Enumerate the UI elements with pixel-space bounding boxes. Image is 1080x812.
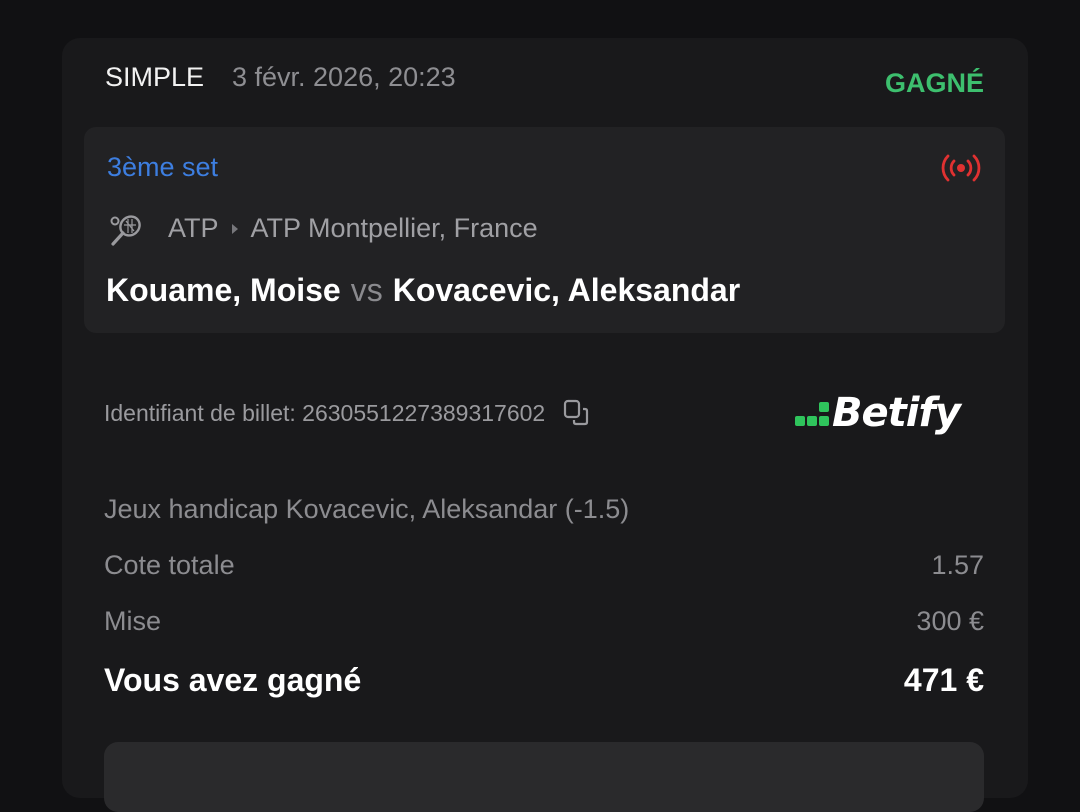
home-player: Kouame, Moise — [106, 272, 341, 308]
event-status: 3ème set — [107, 152, 219, 182]
matchup: Kouame, Moise vs Kovacevic, Aleksandar — [106, 272, 740, 309]
live-broadcast-icon — [941, 154, 981, 182]
odds-value: 1.57 — [931, 550, 984, 580]
betify-logo: Betify — [794, 388, 974, 438]
winnings-row: Vous avez gagné 471 € — [104, 662, 984, 699]
stake-row: Mise 300 € — [104, 606, 984, 637]
ticket-id: Identifiant de billet: 26305512273893176… — [104, 398, 591, 428]
vs-label: vs — [350, 272, 383, 308]
breadcrumb-tournament: ATP Montpellier, France — [250, 213, 538, 243]
odds-row: Cote totale 1.57 — [104, 550, 984, 581]
tennis-icon — [110, 215, 141, 246]
chevron-right-icon — [231, 223, 238, 234]
bet-status-badge: GAGNÉ — [884, 68, 984, 98]
away-player: Kovacevic, Aleksandar — [392, 272, 741, 308]
brand-name: Betify — [832, 390, 961, 436]
ticket-id-label: Identifiant de billet: 26305512273893176… — [104, 399, 546, 426]
stake-value: 300 € — [916, 606, 984, 636]
selection-row: Jeux handicap Kovacevic, Aleksandar (-1.… — [104, 494, 984, 525]
stake-label: Mise — [104, 606, 162, 636]
bet-type: SIMPLE — [105, 62, 205, 92]
winnings-label: Vous avez gagné — [104, 662, 362, 698]
breadcrumb-category: ATP — [168, 213, 219, 243]
breadcrumb[interactable]: ATP ATP Montpellier, France — [168, 213, 538, 244]
event-card[interactable]: 3ème set ATP ATP Montpellier, France Kou… — [84, 127, 1005, 333]
bet-card: SIMPLE 3 févr. 2026, 20:23 GAGNÉ 3ème se… — [62, 38, 1028, 812]
action-button[interactable] — [104, 742, 984, 812]
bet-date: 3 févr. 2026, 20:23 — [232, 62, 456, 92]
odds-label: Cote totale — [104, 550, 235, 580]
selection-label: Jeux handicap Kovacevic, Aleksandar (-1.… — [104, 494, 630, 524]
logo-mark-icon — [795, 402, 829, 426]
winnings-value: 471 € — [903, 662, 984, 698]
copy-icon[interactable] — [561, 398, 591, 428]
